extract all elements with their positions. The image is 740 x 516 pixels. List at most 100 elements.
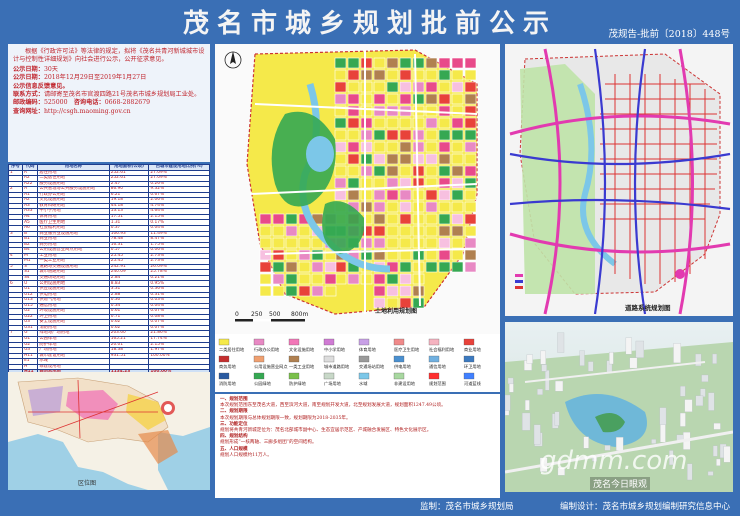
land-parcel [259,273,272,285]
land-parcel [451,117,464,129]
building [555,380,564,392]
scale-label-800: 800m [291,311,308,318]
land-parcel [285,213,298,225]
region-map: 区位图 [8,372,210,490]
land-parcel [373,129,386,141]
building [540,350,546,365]
legend-swatch [428,355,440,363]
land-parcel [464,261,477,273]
land-parcel [360,81,373,93]
land-parcel [399,189,412,201]
legend-swatch [253,372,265,380]
land-parcel [438,57,451,69]
land-parcel [399,117,412,129]
land-parcel [386,129,399,141]
land-use-plan-caption: 土地利用规划图 [375,308,418,315]
building [679,412,686,427]
land-parcel [311,285,324,297]
map-legend: 二类居住用地 行政办公用地 文化设施用地 中小学用地 体育用地 医疗卫生用地 社会福利用地商… [215,334,500,392]
land-parcel [360,57,373,69]
legend-label: 供电用地 [394,363,412,370]
notice-board: 茂名市城乡规划批前公示 茂规告-批前〔2018〕448号 根据《行政许可法》等法… [0,0,740,516]
legend-swatch [323,372,335,380]
land-parcel [399,69,412,81]
scale-label-250: 250 [251,311,263,318]
land-parcel [334,57,347,69]
legend-swatch [288,355,300,363]
land-parcel [438,165,451,177]
land-parcel [412,141,425,153]
legend-label: 行政办公用地 [254,346,280,353]
land-parcel [334,117,347,129]
land-parcel [324,273,337,285]
land-parcel [386,153,399,165]
land-parcel [272,273,285,285]
land-parcel [373,273,386,285]
building [695,395,704,406]
land-parcel [425,261,438,273]
footer: 监制：茂名市城乡规划局 编制设计：茂名市城乡规划编制研究信息中心 [0,496,740,516]
land-use-plan-map: 0 250 500 800m 土地利用规划图 [215,44,500,334]
legend-swatch [358,355,370,363]
region-map-graphic [8,372,210,490]
land-parcel [386,57,399,69]
building [537,388,543,395]
land-parcel [386,237,399,249]
land-parcel [373,189,386,201]
land-parcel [451,69,464,81]
land-use-plan-graphic: 0 250 500 800m [215,44,500,334]
land-parcel [399,225,412,237]
land-parcel [347,69,360,81]
land-parcel [311,273,324,285]
land-parcel [425,129,438,141]
land-parcel [347,93,360,105]
land-parcel [399,93,412,105]
land-parcel [373,141,386,153]
building [713,422,721,430]
land-parcel [399,261,412,273]
land-parcel [347,57,360,69]
section-5-body: 规划人口规模约11万人。 [220,452,272,458]
land-parcel [464,237,477,249]
land-parcel [386,213,399,225]
land-parcel [438,213,451,225]
land-parcel [464,129,477,141]
land-parcel [334,69,347,81]
land-parcel [451,201,464,213]
land-parcel [451,141,464,153]
land-parcel [259,213,272,225]
watermark-site: gdmm.com [540,446,688,476]
building [522,412,531,431]
land-parcel [386,189,399,201]
land-parcel [259,285,272,297]
land-use-table: 序号 代码 用地名称 用地面积(公顷) 占城市建设用地比例(%) 1 R 居住用地 252.6… [7,164,210,376]
building [695,353,702,367]
section-1-title: 一、规划范围 [220,397,248,402]
land-parcel [451,57,464,69]
legend-label: 一类工业用地 [289,363,315,370]
land-parcel [412,153,425,165]
land-parcel [360,141,373,153]
land-parcel [399,273,412,285]
land-parcel [298,237,311,249]
legend-swatch [463,372,475,380]
building [684,399,693,412]
land-parcel [425,117,438,129]
land-parcel [386,165,399,177]
website-link[interactable]: http://csgh.maoming.gov.cn [44,108,131,115]
legend-swatch [253,355,265,363]
legend-swatch [428,372,440,380]
land-parcel [451,81,464,93]
land-parcel [438,93,451,105]
building [723,446,731,463]
legend-label: 环卫用地 [464,363,482,370]
land-parcel [451,225,464,237]
land-parcel [438,153,451,165]
section-3-title: 三、功能定位 [220,421,248,427]
building [588,361,594,372]
land-parcel [425,201,438,213]
land-parcel [259,249,272,261]
land-parcel [386,273,399,285]
building [716,458,721,466]
land-parcel [373,213,386,225]
